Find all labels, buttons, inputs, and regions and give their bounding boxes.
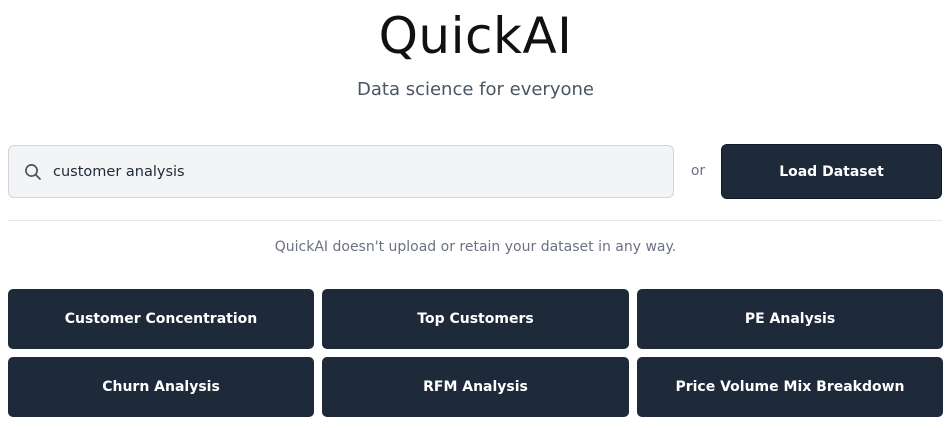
rfm-analysis-button[interactable]: RFM Analysis bbox=[322, 357, 629, 417]
app-subtitle: Data science for everyone bbox=[357, 79, 594, 100]
search-input[interactable] bbox=[51, 146, 673, 197]
divider bbox=[8, 220, 942, 221]
price-volume-mix-breakdown-button[interactable]: Price Volume Mix Breakdown bbox=[637, 357, 943, 417]
or-separator: or bbox=[690, 163, 706, 179]
page: QuickAI Data science for everyone or Loa… bbox=[0, 0, 951, 428]
privacy-note: QuickAI doesn't upload or retain your da… bbox=[274, 239, 677, 255]
analysis-grid: Customer Concentration Top Customers PE … bbox=[8, 289, 943, 417]
top-customers-button[interactable]: Top Customers bbox=[322, 289, 629, 349]
pe-analysis-button[interactable]: PE Analysis bbox=[637, 289, 943, 349]
search-box[interactable] bbox=[8, 145, 674, 198]
search-icon bbox=[9, 145, 51, 198]
load-dataset-button[interactable]: Load Dataset bbox=[721, 144, 942, 199]
app-title: QuickAI bbox=[378, 7, 573, 65]
churn-analysis-button[interactable]: Churn Analysis bbox=[8, 357, 314, 417]
customer-concentration-button[interactable]: Customer Concentration bbox=[8, 289, 314, 349]
